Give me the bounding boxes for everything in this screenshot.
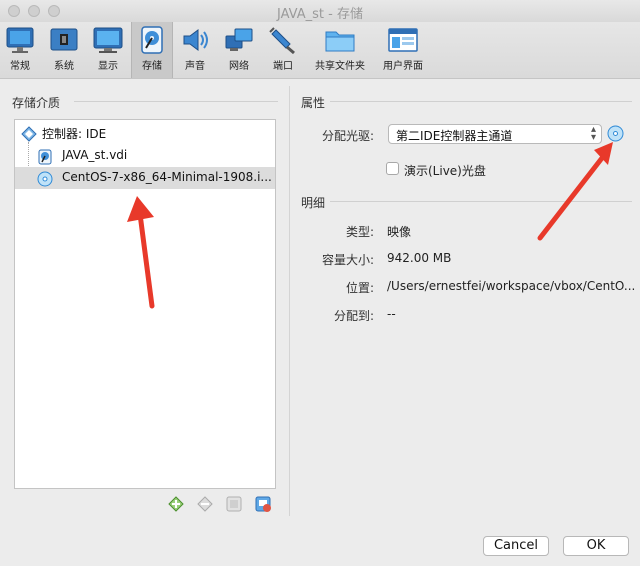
chevron-updown-icon: ▴ ▾: [590, 124, 596, 143]
hard-disk-icon: [141, 26, 163, 54]
toolbar-label: 端口: [273, 61, 293, 72]
toolbar-label: 常规: [10, 61, 30, 72]
ok-button[interactable]: OK: [563, 536, 629, 556]
divider: [330, 201, 632, 202]
size-value: 942.00 MB: [387, 251, 452, 265]
panel-divider: [289, 86, 290, 516]
live-cd-checkbox[interactable]: [386, 162, 399, 175]
storage-heading: 存储介质: [12, 96, 61, 110]
toolbar-user-interface[interactable]: 用户界面: [378, 22, 428, 78]
add-attachment-icon[interactable]: [167, 495, 185, 513]
toolbar-label: 显示: [98, 61, 118, 72]
toolbar-network[interactable]: 网络: [219, 22, 259, 78]
details-heading: 明细: [301, 196, 326, 210]
divider: [330, 101, 632, 102]
optical-disc-icon: [37, 171, 53, 187]
toolbar-label: 网络: [229, 61, 249, 72]
tree-item-label: CentOS-7-x86_64-Minimal-1908.i...: [62, 170, 272, 184]
toolbar-label: 声音: [185, 61, 205, 72]
add-controller-icon[interactable]: [225, 495, 243, 513]
toolbar-display[interactable]: 显示: [88, 22, 128, 78]
toolbar-audio[interactable]: 声音: [175, 22, 215, 78]
title-bar: JAVA_st - 存储: [0, 0, 640, 23]
window-title: JAVA_st - 存储: [277, 7, 363, 22]
size-label: 容量大小:: [321, 253, 374, 267]
location-label: 位置:: [345, 281, 374, 295]
remove-controller-icon[interactable]: [254, 495, 272, 513]
location-value: /Users/ernestfei/workspace/vbox/CentO...: [387, 279, 636, 293]
remove-attachment-icon[interactable]: [196, 495, 214, 513]
monitor-icon: [6, 27, 34, 53]
attached-to-label: 分配到:: [333, 309, 374, 323]
divider: [74, 101, 278, 102]
choose-disk-icon[interactable]: [607, 125, 624, 142]
arrow-to-disk-button: [537, 155, 605, 241]
toolbar-storage[interactable]: 存储: [131, 22, 173, 78]
drive-label: 分配光驱:: [321, 129, 374, 143]
toolbar-general[interactable]: 常规: [0, 22, 40, 78]
arrow-head: [594, 142, 613, 165]
toolbar-system[interactable]: 系统: [44, 22, 84, 78]
folder-icon: [325, 31, 355, 52]
tree-item-vdi[interactable]: JAVA_st.vdi: [15, 145, 275, 167]
speaker-icon: [183, 29, 208, 51]
attached-to-value: --: [387, 307, 396, 321]
chip-icon: [50, 28, 78, 51]
tree-item-iso[interactable]: CentOS-7-x86_64-Minimal-1908.i...: [15, 167, 275, 189]
toolbar-label: 存储: [142, 61, 162, 72]
toolbar-label: 用户界面: [383, 61, 423, 72]
window-icon: [388, 28, 418, 52]
live-cd-label: 演示(Live)光盘: [404, 164, 486, 178]
display-icon: [93, 27, 123, 53]
optical-drive-select[interactable]: 第二IDE控制器主通道 ▴ ▾: [388, 124, 602, 144]
plug-icon: [269, 27, 295, 54]
controller-icon: [21, 126, 37, 142]
cancel-button[interactable]: Cancel: [483, 536, 549, 556]
type-label: 类型:: [345, 225, 374, 239]
toolbar-label: 系统: [54, 61, 74, 72]
type-value: 映像: [387, 225, 412, 239]
disk-image-icon: [38, 149, 52, 165]
attributes-heading: 属性: [301, 96, 326, 110]
tree-item-label: 控制器: IDE: [42, 127, 107, 141]
storage-tree[interactable]: 控制器: IDE JAVA_st.vdi CentOS-7-x86_64-Min…: [14, 119, 276, 489]
tree-item-controller[interactable]: 控制器: IDE: [15, 122, 275, 144]
optical-drive-value: 第二IDE控制器主通道: [396, 129, 513, 143]
tree-item-label: JAVA_st.vdi: [62, 148, 128, 162]
toolbar-ports[interactable]: 端口: [263, 22, 303, 78]
network-icon: [225, 28, 253, 51]
settings-toolbar: 常规 系统 显示 存储 声音 网络 端口 共享文件夹 用户界面: [0, 22, 640, 79]
toolbar-label: 共享文件夹: [315, 61, 365, 72]
toolbar-shared-folders[interactable]: 共享文件夹: [308, 22, 372, 78]
